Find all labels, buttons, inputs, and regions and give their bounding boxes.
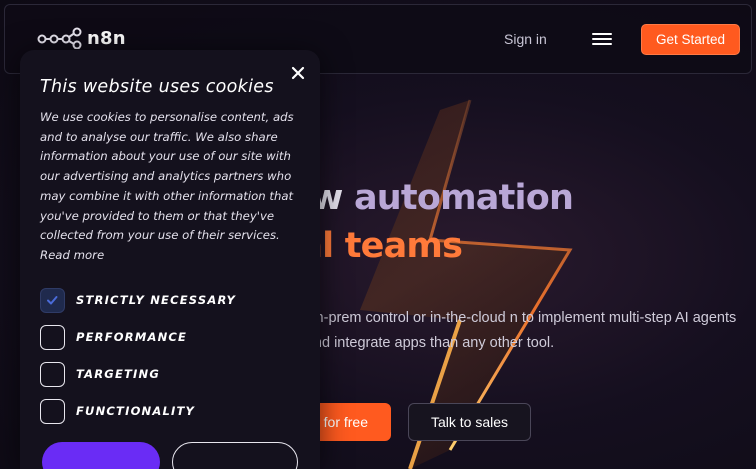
cookie-option-performance[interactable]: PERFORMANCE <box>40 324 300 350</box>
talk-to-sales-button[interactable]: Talk to sales <box>408 403 531 441</box>
logo[interactable]: n8n <box>37 27 126 49</box>
option-label: STRICTLY NECESSARY <box>76 293 236 307</box>
sign-in-link[interactable]: Sign in <box>504 31 547 47</box>
cookie-option-targeting[interactable]: TARGETING <box>40 361 300 387</box>
page: n8n Sign in Get Started orkflow automati… <box>0 0 756 469</box>
logo-text: n8n <box>87 27 126 49</box>
cookie-title: This website uses cookies <box>40 77 274 97</box>
get-started-button[interactable]: Get Started <box>641 24 740 55</box>
checkbox-strictly-necessary[interactable] <box>40 287 65 313</box>
checkmark-icon <box>47 295 58 304</box>
checkbox-performance[interactable] <box>40 324 65 350</box>
checkbox-targeting[interactable] <box>40 361 65 387</box>
cookie-option-strictly-necessary[interactable]: STRICTLY NECESSARY <box>40 287 300 313</box>
option-label: TARGETING <box>76 367 160 381</box>
hero-headline-part2: automation <box>342 178 574 218</box>
cookie-banner: This website uses cookies We use cookies… <box>20 50 320 469</box>
n8n-logo-icon <box>37 27 82 49</box>
close-icon[interactable] <box>288 63 308 83</box>
accept-cookies-button[interactable] <box>42 442 160 469</box>
cookie-description: We use cookies to personalise content, a… <box>40 110 294 262</box>
checkbox-functionality[interactable] <box>40 398 65 424</box>
decline-cookies-button[interactable] <box>172 442 298 469</box>
hamburger-menu-icon[interactable] <box>592 31 612 47</box>
option-label: FUNCTIONALITY <box>76 404 196 418</box>
cookie-option-functionality[interactable]: FUNCTIONALITY <box>40 398 300 424</box>
option-label: PERFORMANCE <box>76 330 188 344</box>
